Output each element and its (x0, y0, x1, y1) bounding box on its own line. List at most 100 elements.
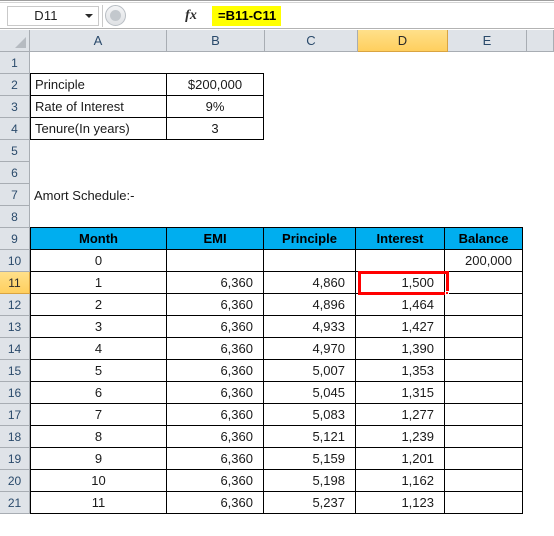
cell-f14[interactable] (523, 338, 550, 360)
cell-A18-month[interactable]: 8 (30, 425, 167, 448)
cell-f19[interactable] (523, 448, 550, 470)
cell-f10[interactable] (523, 250, 550, 272)
cell-e5[interactable] (448, 140, 527, 162)
cell-A21-month[interactable]: 11 (30, 491, 167, 514)
row-header-10[interactable]: 10 (0, 250, 30, 272)
schedule-header-principle[interactable]: Principle (263, 227, 356, 250)
row-header-3[interactable]: 3 (0, 96, 30, 118)
cell-D20-interest[interactable]: 1,162 (355, 469, 445, 492)
cell-d2[interactable] (357, 74, 447, 96)
cell-f1[interactable] (527, 52, 554, 74)
cell-c5[interactable] (265, 140, 358, 162)
cell-C17-principle[interactable]: 5,083 (263, 403, 356, 426)
row-header-16[interactable]: 16 (0, 382, 30, 404)
cell-f18[interactable] (523, 426, 550, 448)
row-header-13[interactable]: 13 (0, 316, 30, 338)
cell-e8[interactable] (448, 206, 527, 228)
cell-D13-interest[interactable]: 1,427 (355, 315, 445, 338)
cell-b8[interactable] (167, 206, 265, 228)
schedule-header-month[interactable]: Month (30, 227, 167, 250)
cell-D14-interest[interactable]: 1,390 (355, 337, 445, 360)
cell-A10-month[interactable]: 0 (30, 249, 167, 272)
cell-B10-emi[interactable] (166, 249, 264, 272)
cell-f15[interactable] (523, 360, 550, 382)
select-all-button[interactable] (0, 30, 30, 52)
cell-b6[interactable] (167, 162, 265, 184)
cell-d8[interactable] (358, 206, 448, 228)
cell-E11-balance[interactable] (444, 271, 523, 294)
cell-A15-month[interactable]: 5 (30, 359, 167, 382)
chevron-down-icon[interactable] (85, 13, 93, 18)
column-header-a[interactable]: A (30, 30, 167, 52)
cell-C18-principle[interactable]: 5,121 (263, 425, 356, 448)
row-header-1[interactable]: 1 (0, 52, 30, 74)
cell-C14-principle[interactable]: 4,970 (263, 337, 356, 360)
cell-d1[interactable] (358, 52, 448, 74)
cell-c8[interactable] (265, 206, 358, 228)
schedule-header-balance[interactable]: Balance (444, 227, 523, 250)
cell-A14-month[interactable]: 4 (30, 337, 167, 360)
cell-d5[interactable] (358, 140, 448, 162)
column-header-e[interactable]: E (448, 30, 527, 52)
cell-c4[interactable] (264, 118, 357, 140)
cell-C21-principle[interactable]: 5,237 (263, 491, 356, 514)
row-header-21[interactable]: 21 (0, 492, 30, 514)
cell-E21-balance[interactable] (444, 491, 523, 514)
cell-a7-section-title[interactable]: Amort Schedule:- (30, 184, 167, 206)
cell-b7[interactable] (167, 184, 265, 206)
cell-f8[interactable] (527, 206, 554, 228)
cell-C16-principle[interactable]: 5,045 (263, 381, 356, 404)
cell-e4[interactable] (447, 118, 526, 140)
cell-D19-interest[interactable]: 1,201 (355, 447, 445, 470)
cell-D16-interest[interactable]: 1,315 (355, 381, 445, 404)
cell-d7[interactable] (358, 184, 448, 206)
schedule-header-emi[interactable]: EMI (166, 227, 264, 250)
cell-f3[interactable] (526, 96, 553, 118)
cell-d4[interactable] (357, 118, 447, 140)
cell-B21-emi[interactable]: 6,360 (166, 491, 264, 514)
cell-b1[interactable] (167, 52, 265, 74)
cell-E18-balance[interactable] (444, 425, 523, 448)
cell-f5[interactable] (527, 140, 554, 162)
column-header-c[interactable]: C (265, 30, 358, 52)
cell-D21-interest[interactable]: 1,123 (355, 491, 445, 514)
cell-E19-balance[interactable] (444, 447, 523, 470)
cell-C13-principle[interactable]: 4,933 (263, 315, 356, 338)
cell-B13-emi[interactable]: 6,360 (166, 315, 264, 338)
cell-e7[interactable] (448, 184, 527, 206)
row-header-5[interactable]: 5 (0, 140, 30, 162)
cell-B14-emi[interactable]: 6,360 (166, 337, 264, 360)
cell-b4-tenure-value[interactable]: 3 (166, 117, 264, 140)
cell-D15-interest[interactable]: 1,353 (355, 359, 445, 382)
cell-E12-balance[interactable] (444, 293, 523, 316)
cell-c7[interactable] (265, 184, 358, 206)
cell-e6[interactable] (448, 162, 527, 184)
cell-A17-month[interactable]: 7 (30, 403, 167, 426)
name-box[interactable]: D11 (7, 5, 99, 26)
cell-a1[interactable] (30, 52, 167, 74)
cell-f11[interactable] (523, 272, 550, 294)
cell-B17-emi[interactable]: 6,360 (166, 403, 264, 426)
cell-b2-principle-value[interactable]: $200,000 (166, 73, 264, 96)
cell-b5[interactable] (167, 140, 265, 162)
cell-A12-month[interactable]: 2 (30, 293, 167, 316)
row-header-20[interactable]: 20 (0, 470, 30, 492)
column-header-f[interactable] (527, 30, 554, 52)
cell-f20[interactable] (523, 470, 550, 492)
row-header-15[interactable]: 15 (0, 360, 30, 382)
cell-f16[interactable] (523, 382, 550, 404)
cell-f21[interactable] (523, 492, 550, 514)
cell-a5[interactable] (30, 140, 167, 162)
row-header-17[interactable]: 17 (0, 404, 30, 426)
cell-C19-principle[interactable]: 5,159 (263, 447, 356, 470)
cell-f2[interactable] (526, 74, 553, 96)
cell-c6[interactable] (265, 162, 358, 184)
cell-B18-emi[interactable]: 6,360 (166, 425, 264, 448)
cell-f12[interactable] (523, 294, 550, 316)
row-header-11[interactable]: 11 (0, 272, 30, 294)
row-header-9[interactable]: 9 (0, 228, 30, 250)
column-header-b[interactable]: B (167, 30, 265, 52)
cell-a6[interactable] (30, 162, 167, 184)
cell-f9[interactable] (523, 228, 550, 250)
cell-E17-balance[interactable] (444, 403, 523, 426)
